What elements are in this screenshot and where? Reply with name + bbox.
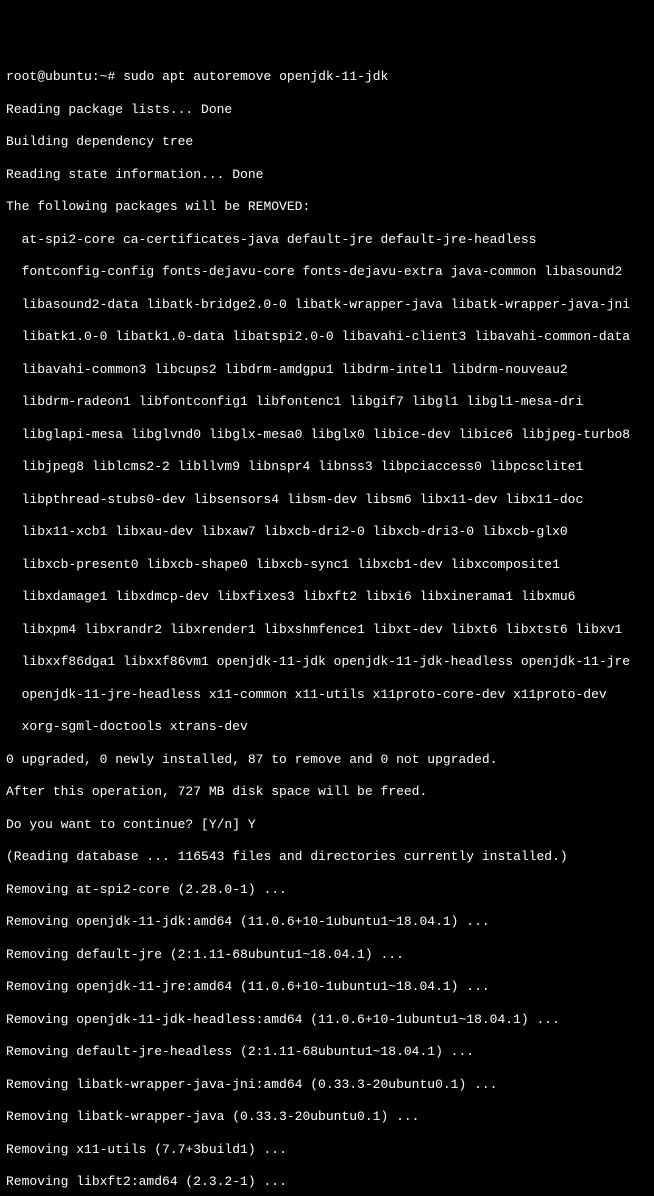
output-line: The following packages will be REMOVED:: [6, 199, 648, 215]
package-list-line: libx11-xcb1 libxau-dev libxaw7 libxcb-dr…: [6, 524, 648, 540]
package-list-line: libxpm4 libxrandr2 libxrender1 libxshmfe…: [6, 622, 648, 638]
package-list-line: libdrm-radeon1 libfontconfig1 libfontenc…: [6, 394, 648, 410]
command-text: sudo apt autoremove openjdk-11-jdk: [123, 69, 388, 84]
package-list-line: libxxf86dga1 libxxf86vm1 openjdk-11-jdk …: [6, 654, 648, 670]
package-list-line: libxcb-present0 libxcb-shape0 libxcb-syn…: [6, 557, 648, 573]
package-list-line: libasound2-data libatk-bridge2.0-0 libat…: [6, 297, 648, 313]
output-line: Building dependency tree: [6, 134, 648, 150]
output-line: Removing default-jre (2:1.11-68ubuntu1~1…: [6, 947, 648, 963]
package-list-line: libjpeg8 liblcms2-2 libllvm9 libnspr4 li…: [6, 459, 648, 475]
package-list-line: libatk1.0-0 libatk1.0-data libatspi2.0-0…: [6, 329, 648, 345]
prompt-hash: #: [107, 69, 123, 84]
package-list-line: fontconfig-config fonts-dejavu-core font…: [6, 264, 648, 280]
prompt-host: ubuntu: [45, 69, 92, 84]
package-list-line: xorg-sgml-doctools xtrans-dev: [6, 719, 648, 735]
output-line: Removing libxft2:amd64 (2.3.2-1) ...: [6, 1174, 648, 1190]
package-list-line: libavahi-common3 libcups2 libdrm-amdgpu1…: [6, 362, 648, 378]
output-line: Reading package lists... Done: [6, 102, 648, 118]
package-list-line: libpthread-stubs0-dev libsensors4 libsm-…: [6, 492, 648, 508]
prompt-colon: :: [92, 69, 100, 84]
output-line: Removing x11-utils (7.7+3build1) ...: [6, 1142, 648, 1158]
package-list-line: openjdk-11-jre-headless x11-common x11-u…: [6, 687, 648, 703]
output-line: Removing openjdk-11-jdk:amd64 (11.0.6+10…: [6, 914, 648, 930]
package-list-line: libglapi-mesa libglvnd0 libglx-mesa0 lib…: [6, 427, 648, 443]
command-line: root@ubuntu:~# sudo apt autoremove openj…: [6, 69, 648, 85]
continue-prompt[interactable]: Do you want to continue? [Y/n] Y: [6, 817, 648, 833]
package-list-line: libxdamage1 libxdmcp-dev libxfixes3 libx…: [6, 589, 648, 605]
package-list-line: at-spi2-core ca-certificates-java defaul…: [6, 232, 648, 248]
output-line: Removing openjdk-11-jdk-headless:amd64 (…: [6, 1012, 648, 1028]
output-line: Removing at-spi2-core (2.28.0-1) ...: [6, 882, 648, 898]
output-line: Removing default-jre-headless (2:1.11-68…: [6, 1044, 648, 1060]
prompt-user: root: [6, 69, 37, 84]
prompt-at: @: [37, 69, 45, 84]
output-line: After this operation, 727 MB disk space …: [6, 784, 648, 800]
output-line: Removing libatk-wrapper-java-jni:amd64 (…: [6, 1077, 648, 1093]
output-line: 0 upgraded, 0 newly installed, 87 to rem…: [6, 752, 648, 768]
output-line: Reading state information... Done: [6, 167, 648, 183]
output-line: (Reading database ... 116543 files and d…: [6, 849, 648, 865]
output-line: Removing libatk-wrapper-java (0.33.3-20u…: [6, 1109, 648, 1125]
output-line: Removing openjdk-11-jre:amd64 (11.0.6+10…: [6, 979, 648, 995]
